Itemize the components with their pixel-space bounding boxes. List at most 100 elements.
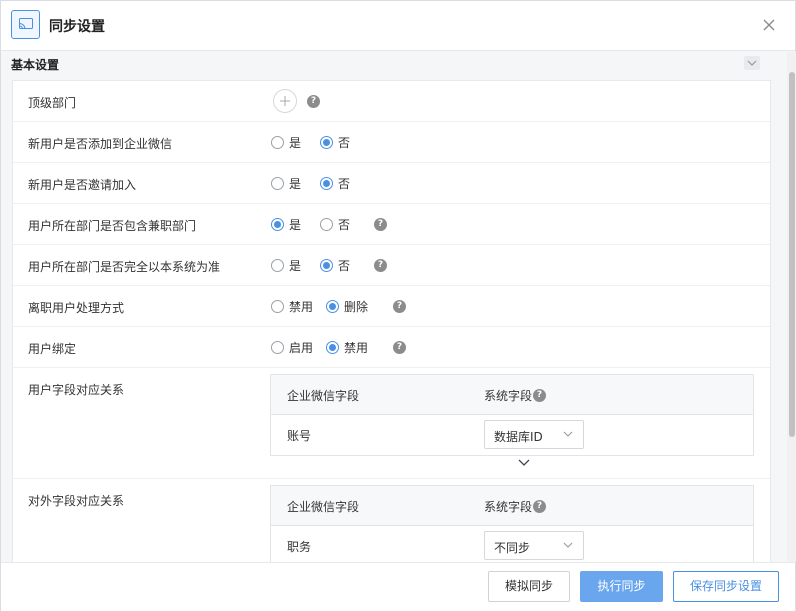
row-user-binding: 用户绑定 启用 禁用 ?: [13, 327, 770, 368]
collapse-section-button[interactable]: [744, 56, 760, 70]
radio-no[interactable]: 否: [320, 134, 350, 151]
radio-label: 禁用: [344, 341, 369, 355]
radio-circle: [271, 177, 284, 190]
wechat-field-name: 账号: [287, 429, 312, 443]
help-icon[interactable]: ?: [374, 259, 388, 272]
radio-label: 否: [338, 177, 351, 191]
radio-label: 是: [289, 218, 302, 232]
radio-label: 删除: [344, 300, 369, 314]
radio-label: 启用: [289, 341, 314, 355]
row-label: 用户所在部门是否包含兼职部门: [28, 219, 197, 233]
row-label: 用户所在部门是否完全以本系统为准: [28, 260, 221, 274]
execute-sync-button[interactable]: 执行同步: [580, 571, 663, 602]
radio-disable[interactable]: 禁用: [271, 298, 313, 315]
simulate-sync-button[interactable]: 模拟同步: [488, 571, 570, 602]
cast-icon: [11, 10, 40, 39]
row-invite: 新用户是否邀请加入 是 否: [13, 163, 770, 204]
column-header-system-field: 系统字段?: [484, 387, 547, 404]
expand-chevron-icon[interactable]: [518, 456, 530, 466]
radio-yes[interactable]: 是: [271, 175, 301, 192]
dialog-header: 同步设置: [1, 1, 795, 51]
row-label: 新用户是否邀请加入: [28, 178, 137, 192]
radio-label: 否: [338, 218, 351, 232]
help-icon[interactable]: ?: [533, 500, 547, 513]
row-label: 对外字段对应关系: [28, 494, 125, 508]
radio-circle: [271, 136, 284, 149]
radio-group: 是 否: [271, 134, 369, 151]
table-header: 企业微信字段 系统字段?: [271, 375, 753, 415]
radio-circle: [271, 341, 284, 354]
radio-circle: [320, 136, 334, 149]
column-header-wechat-field: 企业微信字段: [287, 500, 360, 514]
row-part-time-dept: 用户所在部门是否包含兼职部门 是 否 ?: [13, 204, 770, 245]
help-icon[interactable]: ?: [307, 95, 320, 108]
help-icon[interactable]: ?: [393, 341, 407, 354]
settings-scroll-area: 基本设置 顶级部门 ? 新用户是否添加到企业微信 是 否 新用户是否邀请加入 是…: [1, 52, 787, 562]
radio-yes[interactable]: 是: [271, 134, 301, 151]
radio-label: 是: [289, 259, 302, 273]
radio-label: 禁用: [289, 300, 314, 314]
settings-card: 顶级部门 ? 新用户是否添加到企业微信 是 否 新用户是否邀请加入 是 否 用户…: [12, 80, 771, 562]
radio-yes[interactable]: 是: [271, 216, 301, 233]
table-row: 账号 数据库ID: [271, 415, 753, 455]
column-header-label: 系统字段: [484, 500, 533, 514]
radio-no[interactable]: 否: [320, 175, 350, 192]
row-label: 顶级部门: [28, 96, 77, 110]
radio-delete[interactable]: 删除: [326, 298, 368, 315]
column-header-system-field: 系统字段?: [484, 498, 547, 515]
vertical-scrollbar[interactable]: [787, 52, 796, 562]
radio-no[interactable]: 否: [320, 257, 350, 274]
row-top-department: 顶级部门 ?: [13, 81, 770, 122]
radio-group: 禁用 删除 ?: [271, 298, 407, 315]
add-department-button[interactable]: [273, 89, 297, 113]
radio-group: 是 否 ?: [271, 216, 388, 233]
radio-group: 启用 禁用 ?: [271, 339, 407, 356]
help-icon[interactable]: ?: [393, 300, 407, 313]
radio-label: 是: [289, 136, 302, 150]
row-label: 新用户是否添加到企业微信: [28, 137, 173, 151]
radio-circle: [320, 177, 334, 190]
select-value: 数据库ID: [494, 430, 543, 444]
section-title: 基本设置: [11, 58, 60, 72]
row-system-standard: 用户所在部门是否完全以本系统为准 是 否 ?: [13, 245, 770, 286]
radio-disable[interactable]: 禁用: [326, 339, 368, 356]
dialog-title: 同步设置: [49, 19, 105, 35]
radio-yes[interactable]: 是: [271, 257, 301, 274]
row-user-field-mapping: 用户字段对应关系 企业微信字段 系统字段? 账号 数据库ID: [13, 368, 770, 479]
save-sync-settings-button[interactable]: 保存同步设置: [673, 571, 779, 602]
close-icon[interactable]: [762, 18, 776, 32]
row-label: 离职用户处理方式: [28, 301, 125, 315]
column-header-label: 系统字段: [484, 389, 533, 403]
radio-group: 是 否 ?: [271, 257, 388, 274]
chevron-down-icon: [563, 542, 573, 548]
radio-circle: [271, 300, 284, 313]
radio-circle: [271, 218, 284, 231]
row-resigned-handling: 离职用户处理方式 禁用 删除 ?: [13, 286, 770, 327]
help-icon[interactable]: ?: [533, 389, 547, 402]
radio-circle: [271, 259, 284, 272]
radio-no[interactable]: 否: [320, 216, 350, 233]
sync-settings-dialog: 同步设置 基本设置 顶级部门 ? 新用户是否添加到企业微信 是 否 新用户是否邀…: [0, 0, 796, 611]
radio-circle: [326, 300, 340, 313]
table-header: 企业微信字段 系统字段?: [271, 486, 753, 526]
radio-label: 否: [338, 136, 351, 150]
system-field-select[interactable]: 不同步: [484, 531, 584, 560]
column-header-wechat-field: 企业微信字段: [287, 389, 360, 403]
help-icon[interactable]: ?: [374, 218, 388, 231]
select-value: 不同步: [494, 541, 531, 555]
radio-circle: [326, 341, 340, 354]
dialog-footer: 模拟同步 执行同步 保存同步设置: [1, 562, 795, 611]
row-external-field-mapping: 对外字段对应关系 企业微信字段 系统字段? 职务 不同步: [13, 479, 770, 562]
radio-label: 否: [338, 259, 351, 273]
radio-enable[interactable]: 启用: [271, 339, 313, 356]
radio-label: 是: [289, 177, 302, 191]
user-field-table: 企业微信字段 系统字段? 账号 数据库ID: [270, 374, 754, 456]
wechat-field-name: 职务: [287, 540, 312, 554]
radio-group: 是 否: [271, 175, 369, 192]
table-row: 职务 不同步: [271, 526, 753, 562]
external-field-table: 企业微信字段 系统字段? 职务 不同步: [270, 485, 754, 562]
row-label: 用户字段对应关系: [28, 383, 125, 397]
system-field-select[interactable]: 数据库ID: [484, 420, 584, 449]
scrollbar-thumb[interactable]: [789, 72, 795, 437]
row-label: 用户绑定: [28, 342, 77, 356]
